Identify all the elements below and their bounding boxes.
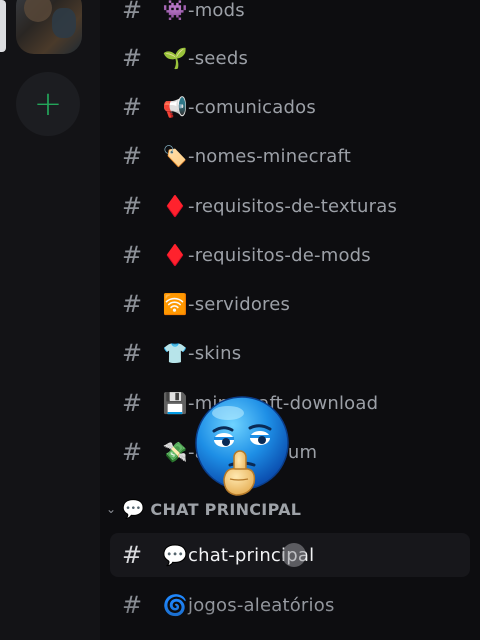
touch-indicator <box>282 543 306 567</box>
channel-emoji: 💾 <box>162 391 188 415</box>
text-channel-icon: # <box>121 241 143 269</box>
channel-item-comunicados[interactable]: # 📢 -comunicados <box>110 85 470 129</box>
channel-emoji: 🌀 <box>162 593 188 617</box>
text-channel-icon: # <box>121 339 143 367</box>
channel-emoji: ♦️ <box>162 194 188 218</box>
channel-name: -mods <box>188 0 245 21</box>
channel-item-skins[interactable]: # 👕 -skins <box>110 331 470 375</box>
channel-name: -requisitos-de-mods <box>188 244 371 266</box>
channel-emoji: 🌱 <box>162 46 188 70</box>
text-channel-icon: # <box>121 541 143 569</box>
channel-name: -nomes-minecraft <box>188 145 352 167</box>
channel-emoji: 👕 <box>162 341 188 365</box>
category-name: CHAT PRINCIPAL <box>150 499 302 519</box>
plus-icon: + <box>33 84 63 124</box>
text-channel-icon: # <box>121 0 143 24</box>
text-channel-icon: # <box>121 142 143 170</box>
channel-item-requisitos-de-texturas[interactable]: # ♦️ -requisitos-de-texturas <box>110 184 470 228</box>
server-icon[interactable] <box>16 0 82 54</box>
text-channel-icon: # <box>121 290 143 318</box>
channel-item-nomes-minecraft[interactable]: # 🏷️ -nomes-minecraft <box>110 134 470 178</box>
channel-name: -skins <box>188 342 242 364</box>
channel-emoji: 💸 <box>162 440 188 464</box>
channel-item-seeds[interactable]: # 🌱 -seeds <box>110 36 470 80</box>
category-header-chat-principal[interactable]: ⌄ 💬 CHAT PRINCIPAL <box>102 496 301 522</box>
text-channel-icon: # <box>121 438 143 466</box>
text-channel-icon: # <box>121 44 143 72</box>
text-channel-icon: # <box>121 389 143 417</box>
chevron-down-icon: ⌄ <box>105 502 117 516</box>
channel-emoji: 👾 <box>162 0 188 22</box>
add-server-button[interactable]: + <box>16 72 80 136</box>
channel-emoji: 🛜 <box>162 292 188 316</box>
speech-bubble-icon: 💬 <box>122 498 145 520</box>
channel-emoji: 📢 <box>162 95 188 119</box>
channel-name: -requisitos-de-texturas <box>188 195 398 217</box>
channel-item-servidores[interactable]: # 🛜 -servidores <box>110 282 470 326</box>
shushing-face-sticker <box>195 396 289 496</box>
channel-name: jogos-aleatórios <box>188 594 335 616</box>
channel-name: -comunicados <box>188 96 316 118</box>
server-icon-art <box>24 0 52 22</box>
channel-item-mods[interactable]: # 👾 -mods <box>110 0 470 32</box>
server-rail: + <box>0 0 100 640</box>
channel-emoji: 🏷️ <box>162 144 188 168</box>
channel-name: -servidores <box>188 293 291 315</box>
channel-emoji: ♦️ <box>162 243 188 267</box>
server-icon-art <box>52 8 76 38</box>
channel-name: -seeds <box>188 47 249 69</box>
channel-item-requisitos-de-mods[interactable]: # ♦️ -requisitos-de-mods <box>110 233 470 277</box>
text-channel-icon: # <box>121 591 143 619</box>
text-channel-icon: # <box>121 192 143 220</box>
selected-server-indicator <box>0 0 6 52</box>
channel-emoji: 💬 <box>162 543 188 567</box>
text-channel-icon: # <box>121 93 143 121</box>
channel-item-jogos-aleatorios[interactable]: # 🌀 jogos-aleatórios <box>110 583 470 627</box>
